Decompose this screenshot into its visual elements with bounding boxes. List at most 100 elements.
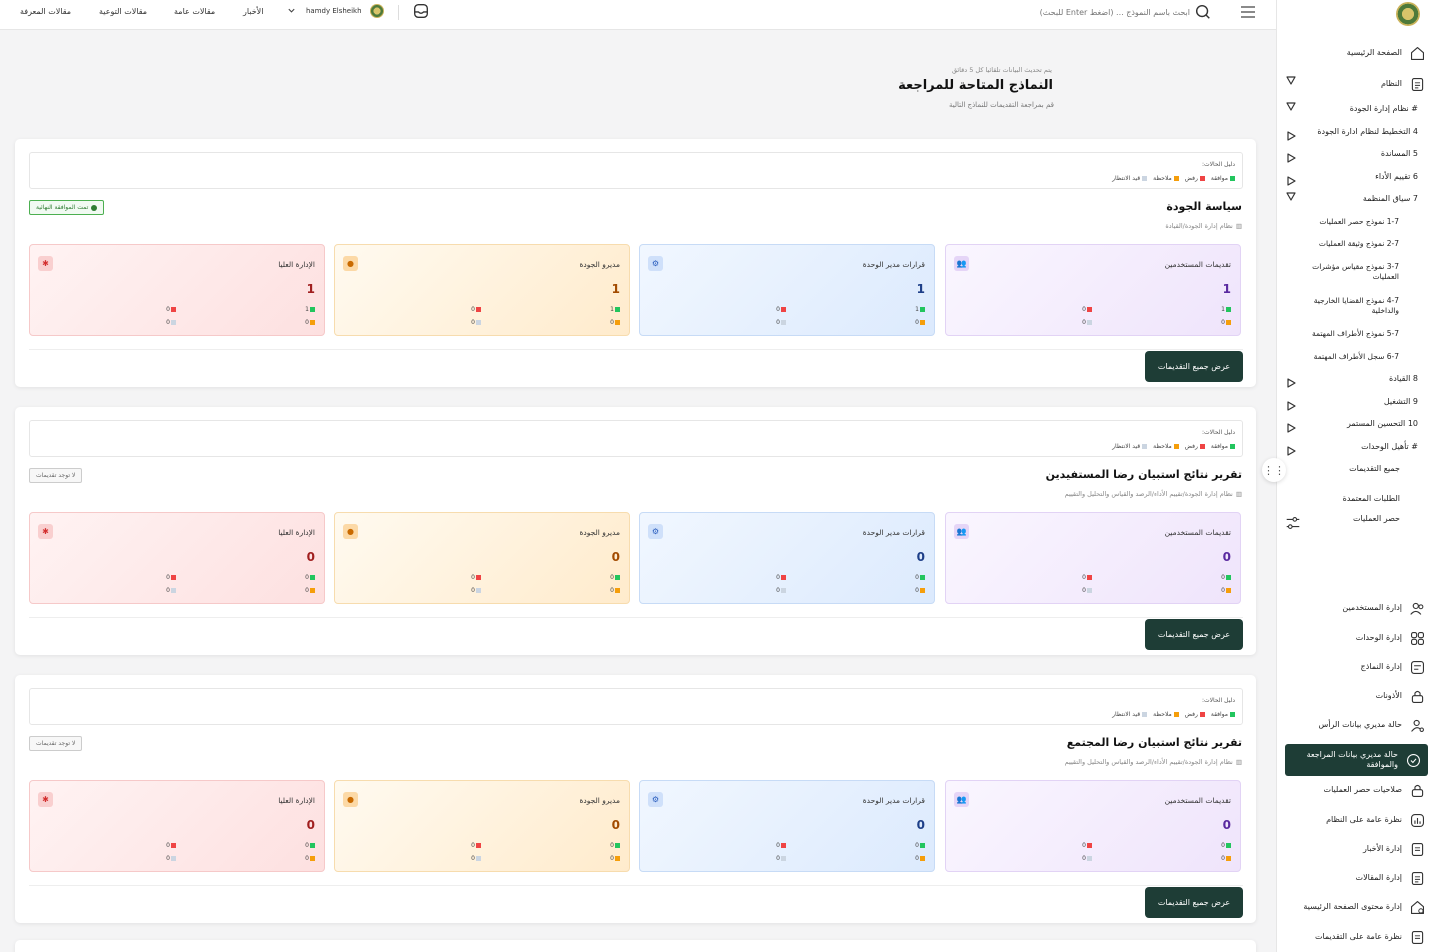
status-badge: تمت الموافقة النهائية [29, 200, 105, 215]
sidebar-item-units[interactable]: إدارة الوحدات [1276, 629, 1432, 647]
sidebar-section-planning[interactable]: 4 التخطيط لنظام ادارة الجودة [1276, 127, 1432, 137]
sidebar-subitem[interactable]: 3-7 نموذج مقياس مؤشرات العمليات [1289, 262, 1399, 282]
sidebar-item-approved[interactable]: الطلبات المعتمدة [1276, 494, 1432, 504]
drag-handle-icon[interactable]: ⋮⋮ [1262, 458, 1286, 482]
stat-tile[interactable]: مديرو الجودة ● 0 0 0 0 0 [334, 512, 630, 604]
top-bar: مقالات المعرفة مقالات التوعية مقالات عام… [0, 0, 1276, 30]
sidebar-subitem[interactable]: 4-7 نموذج القضايا الخارجية والداخلية [1289, 296, 1399, 316]
sidebar-section-support[interactable]: 5 المساندة [1276, 149, 1432, 159]
document-icon [1408, 928, 1426, 946]
sidebar-section-units[interactable]: # تأهيل الوحدات [1276, 442, 1432, 452]
legend-swatch [1230, 176, 1235, 181]
sidebar-subitem[interactable]: 1-7 نموذج حصر العمليات [1289, 217, 1399, 227]
stat-tile[interactable]: قرارات مدير الوحدة ⚙ 0 0 0 0 0 [639, 780, 935, 872]
view-all-submissions-button[interactable]: عرض جميع التقديمات [1145, 351, 1243, 382]
sidebar-item-submissions-overview[interactable]: نظرة عامة على التقديمات [1276, 928, 1432, 946]
divider [29, 885, 1243, 886]
sidebar-subitem[interactable]: 6-7 سجل الأطراف المهتمة [1289, 352, 1399, 362]
chevron-left-icon[interactable] [1285, 175, 1297, 187]
sidebar-item-all-submissions[interactable]: جميع التقديمات [1276, 464, 1432, 474]
sidebar-item-process-permissions[interactable]: صلاحيات حصر العمليات [1276, 781, 1432, 799]
view-all-submissions-button[interactable]: عرض جميع التقديمات [1145, 887, 1243, 918]
sidebar-item-articles[interactable]: إدارة المقالات [1276, 869, 1432, 887]
sidebar-subitem[interactable]: 5-7 نموذج الأطراف المهتمة [1289, 329, 1399, 339]
stat-reject: 0 [471, 842, 481, 849]
sidebar-item-users[interactable]: إدارة المستخدمين [1276, 599, 1432, 617]
sidebar-item-system-overview[interactable]: نظرة عامة على النظام [1276, 811, 1432, 829]
legend-items: موافقة رفض ملاحظة قيد الانتظار [1112, 443, 1235, 450]
form-icon [1408, 658, 1426, 676]
stat-reject: 0 [1082, 574, 1092, 581]
stat-reject: 0 [166, 306, 176, 313]
sidebar-item-process-inventory[interactable]: حصر العمليات [1276, 514, 1432, 529]
sidebar-item-review-managers[interactable]: حالة مديري بيانات المراجعة والموافقة [1285, 744, 1428, 776]
stat-reject: 0 [1082, 306, 1092, 313]
chevron-down-icon[interactable] [1285, 74, 1297, 86]
stat-approve: 1 [915, 306, 925, 313]
chevron-left-icon[interactable] [1285, 377, 1297, 389]
menu-icon[interactable] [1240, 5, 1256, 22]
sidebar-section-improvement[interactable]: 10 التحسين المستمر [1276, 419, 1432, 429]
view-all-submissions-button[interactable]: عرض جميع التقديمات [1145, 619, 1243, 650]
stat-tile[interactable]: الإدارة العليا ✱ 0 0 0 0 0 [29, 780, 325, 872]
search-icon[interactable] [1194, 3, 1212, 24]
stat-tile[interactable]: قرارات مدير الوحدة ⚙ 0 0 0 0 0 [639, 512, 935, 604]
avatar[interactable] [370, 4, 384, 18]
stat-reject: 0 [471, 306, 481, 313]
stat-tile[interactable]: مديرو الجودة ● 0 0 0 0 0 [334, 780, 630, 872]
tile-count: 0 [1222, 818, 1231, 832]
divider [29, 349, 1243, 350]
chevron-left-icon[interactable] [1285, 130, 1297, 142]
sidebar-section-context[interactable]: 7 سياق المنظمة [1276, 194, 1432, 204]
sidebar-section-performance[interactable]: 6 تقييم الأداء [1276, 172, 1432, 182]
sidebar-item-news[interactable]: إدارة الأخبار [1276, 840, 1432, 858]
stat-tile[interactable]: تقديمات المستخدمين 👥 1 1 0 0 0 [945, 244, 1241, 336]
chevron-left-icon[interactable] [1285, 152, 1297, 164]
sidebar-item-forms[interactable]: إدارة النماذج [1276, 658, 1432, 676]
nav-link-awareness[interactable]: مقالات التوعية [99, 7, 147, 16]
sidebar-item-system[interactable]: النظام [1276, 75, 1432, 93]
user-name[interactable]: hamdy Elsheikh [306, 7, 362, 15]
asterisk-icon: ✱ [38, 524, 53, 539]
stat-pending: 0 [166, 319, 176, 326]
chevron-down-icon[interactable] [1285, 100, 1297, 112]
tile-count: 1 [1222, 282, 1231, 296]
inbox-icon[interactable] [412, 2, 430, 23]
stat-approve: 1 [305, 306, 315, 313]
stat-note: 0 [1221, 319, 1231, 326]
sidebar-section-leadership[interactable]: 8 القيادة [1276, 374, 1432, 384]
stat-tile[interactable]: قرارات مدير الوحدة ⚙ 1 1 0 0 0 [639, 244, 935, 336]
nav-link-news[interactable]: الأخبار [243, 7, 263, 16]
document-icon [1408, 840, 1426, 858]
stat-tile[interactable]: مديرو الجودة ● 1 1 0 0 0 [334, 244, 630, 336]
chevron-down-icon[interactable] [1285, 190, 1297, 202]
chevron-down-icon[interactable] [287, 6, 296, 17]
sidebar-subitem[interactable]: 2-7 نموذج وثيقة العمليات [1289, 239, 1399, 249]
sidebar-item-homepage-content[interactable]: إدارة محتوى الصفحة الرئيسية [1276, 898, 1432, 916]
chevron-left-icon[interactable] [1285, 422, 1297, 434]
chevron-left-icon[interactable] [1285, 400, 1297, 412]
nav-link-general[interactable]: مقالات عامة [174, 7, 215, 16]
stat-tile[interactable]: تقديمات المستخدمين 👥 0 0 0 0 0 [945, 780, 1241, 872]
sidebar-section-operation[interactable]: 9 التشغيل [1276, 397, 1432, 407]
stat-tile[interactable]: تقديمات المستخدمين 👥 0 0 0 0 0 [945, 512, 1241, 604]
legend-item-approve: موافقة [1211, 443, 1235, 450]
stat-approve: 0 [1221, 574, 1231, 581]
sidebar-item-header-managers[interactable]: حالة مديري بيانات الرأس [1276, 716, 1432, 734]
stat-tile[interactable]: الإدارة العليا ✱ 1 1 0 0 0 [29, 244, 325, 336]
nav-link-knowledge[interactable]: مقالات المعرفة [20, 7, 71, 16]
stat-note: 0 [305, 319, 315, 326]
search-input[interactable] [1010, 5, 1190, 19]
stat-tile[interactable]: الإدارة العليا ✱ 0 0 0 0 0 [29, 512, 325, 604]
chart-icon [1408, 811, 1426, 829]
user-search-icon [1408, 716, 1426, 734]
tile-count: 1 [916, 282, 925, 296]
legend-swatch [1173, 176, 1179, 181]
shield-check-icon [1404, 751, 1422, 769]
stat-approve: 0 [1221, 842, 1231, 849]
sidebar-item-home[interactable]: الصفحة الرئيسية [1276, 44, 1432, 62]
form-card: دليل الحالات: موافقة رفض ملاحظة قيد الانتظار… [15, 407, 1256, 655]
sidebar-section-qms[interactable]: # نظام إدارة الجودة [1276, 104, 1432, 114]
sidebar-item-permissions[interactable]: الأذونات [1276, 687, 1432, 705]
chevron-left-icon[interactable] [1285, 445, 1297, 457]
